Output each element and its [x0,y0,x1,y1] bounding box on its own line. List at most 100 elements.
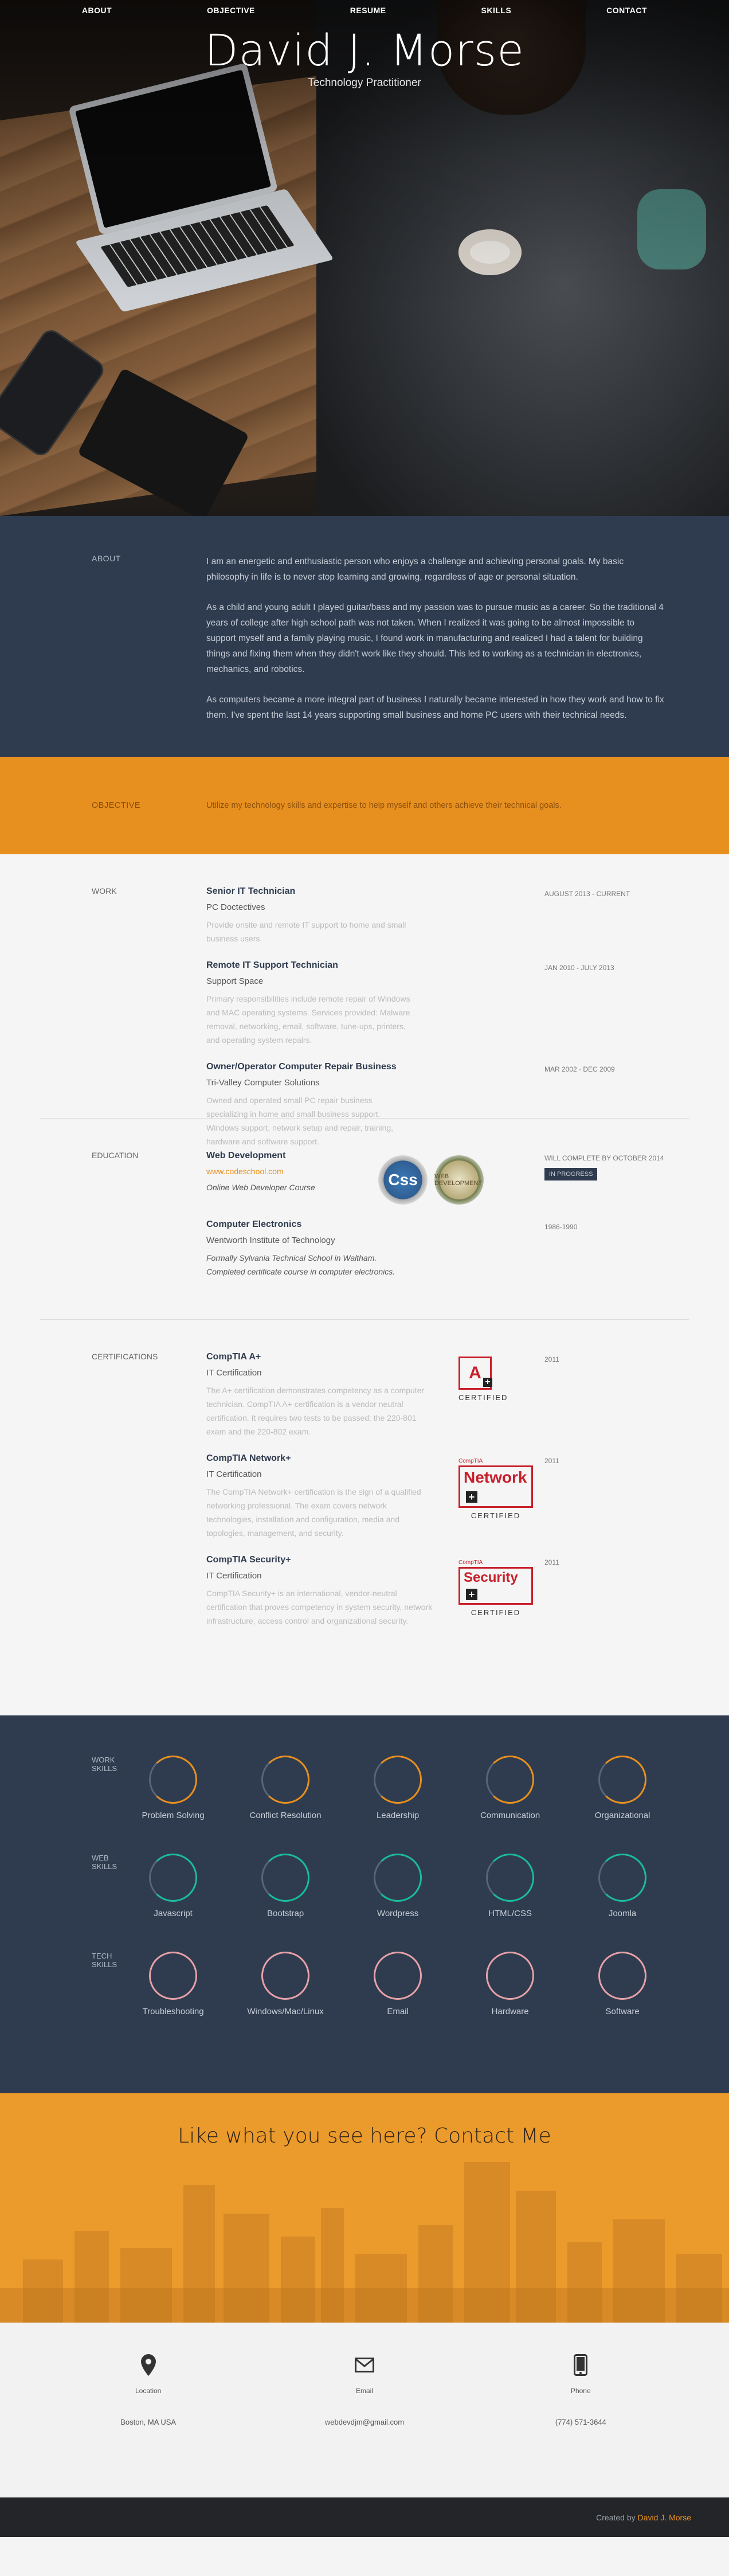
hero-tagline: Technology Practitioner [308,77,421,89]
skill-item: Windows/Mac/Linux [229,1952,342,2016]
top-nav: ABOUT OBJECTIVE RESUME SKILLS CONTACT [0,0,729,21]
nav-resume[interactable]: RESUME [350,6,386,15]
cert-title: CompTIA Security+ [206,1555,291,1565]
skills-section: WORK SKILLS Problem Solving Conflict Res… [0,1715,729,2093]
skill-item: Wordpress [342,1854,454,1918]
skill-group-label: WEB SKILLS [92,1854,117,1871]
css-badge-icon: Css [378,1155,428,1205]
cert-date: 2011 [544,1355,559,1363]
progress-ring-icon [149,1952,198,2000]
comptia-a-plus-logo-icon: A + CERTIFIED [458,1357,533,1402]
contact-heading: Like what you see here? Contact Me [178,2124,551,2148]
progress-ring-icon [598,1854,647,1902]
progress-ring-icon [374,1756,422,1804]
web-dev-badge-icon: WEB DEVELOPMENT [434,1155,484,1205]
comptia-network-plus-logo-icon: CompTIA Network+ CERTIFIED [458,1458,533,1520]
cert-date: 2011 [544,1558,559,1566]
cert-desc: The CompTIA Network+ certification is th… [206,1487,421,1538]
footer: Created by David J. Morse [0,2497,729,2537]
progress-ring-icon [374,1854,422,1902]
job-title: Senior IT Technician [206,886,296,896]
skill-item: Troubleshooting [117,1952,229,2016]
nav-about[interactable]: ABOUT [82,6,112,15]
skill-item: Leadership [342,1756,454,1820]
about-label: ABOUT [92,554,121,563]
cert-desc: CompTIA Security+ is an international, v… [206,1589,433,1625]
objective-label: OBJECTIVE [92,801,141,810]
education-title: Web Development [206,1151,286,1160]
contact-info: Location Boston, MA USA Email webdevdjm@… [0,2323,729,2497]
skill-item: Software [566,1952,679,2016]
job-org: PC Doctectives [206,902,265,912]
in-progress-badge: IN PROGRESS [544,1168,598,1180]
skill-group-work: WORK SKILLS Problem Solving Conflict Res… [92,1756,677,1820]
hero-name: David J. Morse [205,25,524,76]
objective-section: OBJECTIVE Utilize my technology skills a… [0,757,729,854]
cert-title: CompTIA A+ [206,1352,261,1362]
skill-item: Hardware [454,1952,566,2016]
education-date: 1986-1990 [544,1223,578,1231]
progress-ring-icon [149,1854,198,1902]
cert-date: 2011 [544,1457,559,1465]
job-date: JAN 2010 - JULY 2013 [544,964,614,972]
cert-entry: CompTIA Network+ IT Certification The Co… [206,1453,666,1540]
education-link[interactable]: www.codeschool.com [206,1167,378,1176]
progress-ring-icon [486,1952,535,2000]
progress-ring-icon [598,1952,647,2000]
contact-label: Email [355,2387,373,2395]
job-desc: Owned and operated small PC repair busin… [206,1096,394,1146]
about-paragraph: As computers became a more integral part… [206,695,664,720]
job-title: Owner/Operator Computer Repair Business [206,1062,397,1072]
about-paragraph: I am an energetic and enthusiastic perso… [206,557,624,582]
progress-ring-icon [486,1854,535,1902]
skill-item: Javascript [117,1854,229,1918]
hero-title: David J. Morse Technology Practitioner [0,29,729,89]
progress-ring-icon [598,1756,647,1804]
certifications-block: CERTIFICATIONS CompTIA A+ IT Certificati… [0,1320,729,1715]
job-desc: Provide onsite and remote IT support to … [206,920,406,943]
nav-skills[interactable]: SKILLS [481,6,512,15]
progress-ring-icon [261,1854,310,1902]
cert-org: IT Certification [206,1368,262,1378]
progress-ring-icon [261,1756,310,1804]
objective-text: Utilize my technology skills and experti… [206,801,562,810]
skill-group-web: WEB SKILLS Javascript Bootstrap Wordpres… [92,1854,677,1918]
about-section: ABOUT I am an energetic and enthusiastic… [0,516,729,757]
education-title: Computer Electronics [206,1219,302,1229]
education-note: Online Web Developer Course [206,1183,315,1192]
skill-item: Bootstrap [229,1854,342,1918]
job-entry: Owner/Operator Computer Repair Business … [206,1062,666,1148]
contact-label: Location [135,2387,162,2395]
education-entry: Web Development www.codeschool.com Onlin… [206,1151,666,1205]
job-desc: Primary responsibilities include remote … [206,994,410,1045]
skill-item: Communication [454,1756,566,1820]
contact-label: Phone [570,2387,591,2395]
progress-ring-icon [261,1952,310,2000]
job-entry: Senior IT Technician PC Doctectives Prov… [206,886,666,945]
nav-objective[interactable]: OBJECTIVE [207,6,255,15]
education-org: Wentworth Institute of Technology [206,1236,335,1245]
skill-item: Email [342,1952,454,2016]
education-note: Formally Sylvania Technical School in Wa… [206,1253,395,1276]
nav-contact[interactable]: CONTACT [606,6,647,15]
education-label: EDUCATION [92,1151,139,1160]
progress-ring-icon [486,1756,535,1804]
comptia-security-plus-logo-icon: CompTIA Security+ CERTIFIED [458,1559,533,1617]
contact-value: Boston, MA USA [120,2418,177,2426]
job-entry: Remote IT Support Technician Support Spa… [206,960,666,1047]
cert-entry: CompTIA A+ IT Certification The A+ certi… [206,1352,666,1439]
map-pin-icon [74,2352,223,2378]
contact-value[interactable]: (774) 571-3644 [506,2418,655,2426]
contact-value[interactable]: webdevdjm@gmail.com [290,2418,439,2426]
footer-author-link[interactable]: David J. Morse [638,2513,691,2522]
resume-section: WORK Senior IT Technician PC Doctectives… [0,854,729,1715]
certifications-label: CERTIFICATIONS [92,1352,158,1361]
footer-prefix: Created by [596,2512,636,2522]
contact-phone: Phone (774) 571-3644 [506,2352,655,2497]
skill-group-tech: TECH SKILLS Troubleshooting Windows/Mac/… [92,1952,677,2016]
cert-org: IT Certification [206,1469,262,1479]
cert-entry: CompTIA Security+ IT Certification CompT… [206,1555,666,1628]
contact-banner: Like what you see here? Contact Me [0,2093,729,2323]
skill-item: Conflict Resolution [229,1756,342,1820]
hero-section: ABOUT OBJECTIVE RESUME SKILLS CONTACT Da… [0,0,729,516]
